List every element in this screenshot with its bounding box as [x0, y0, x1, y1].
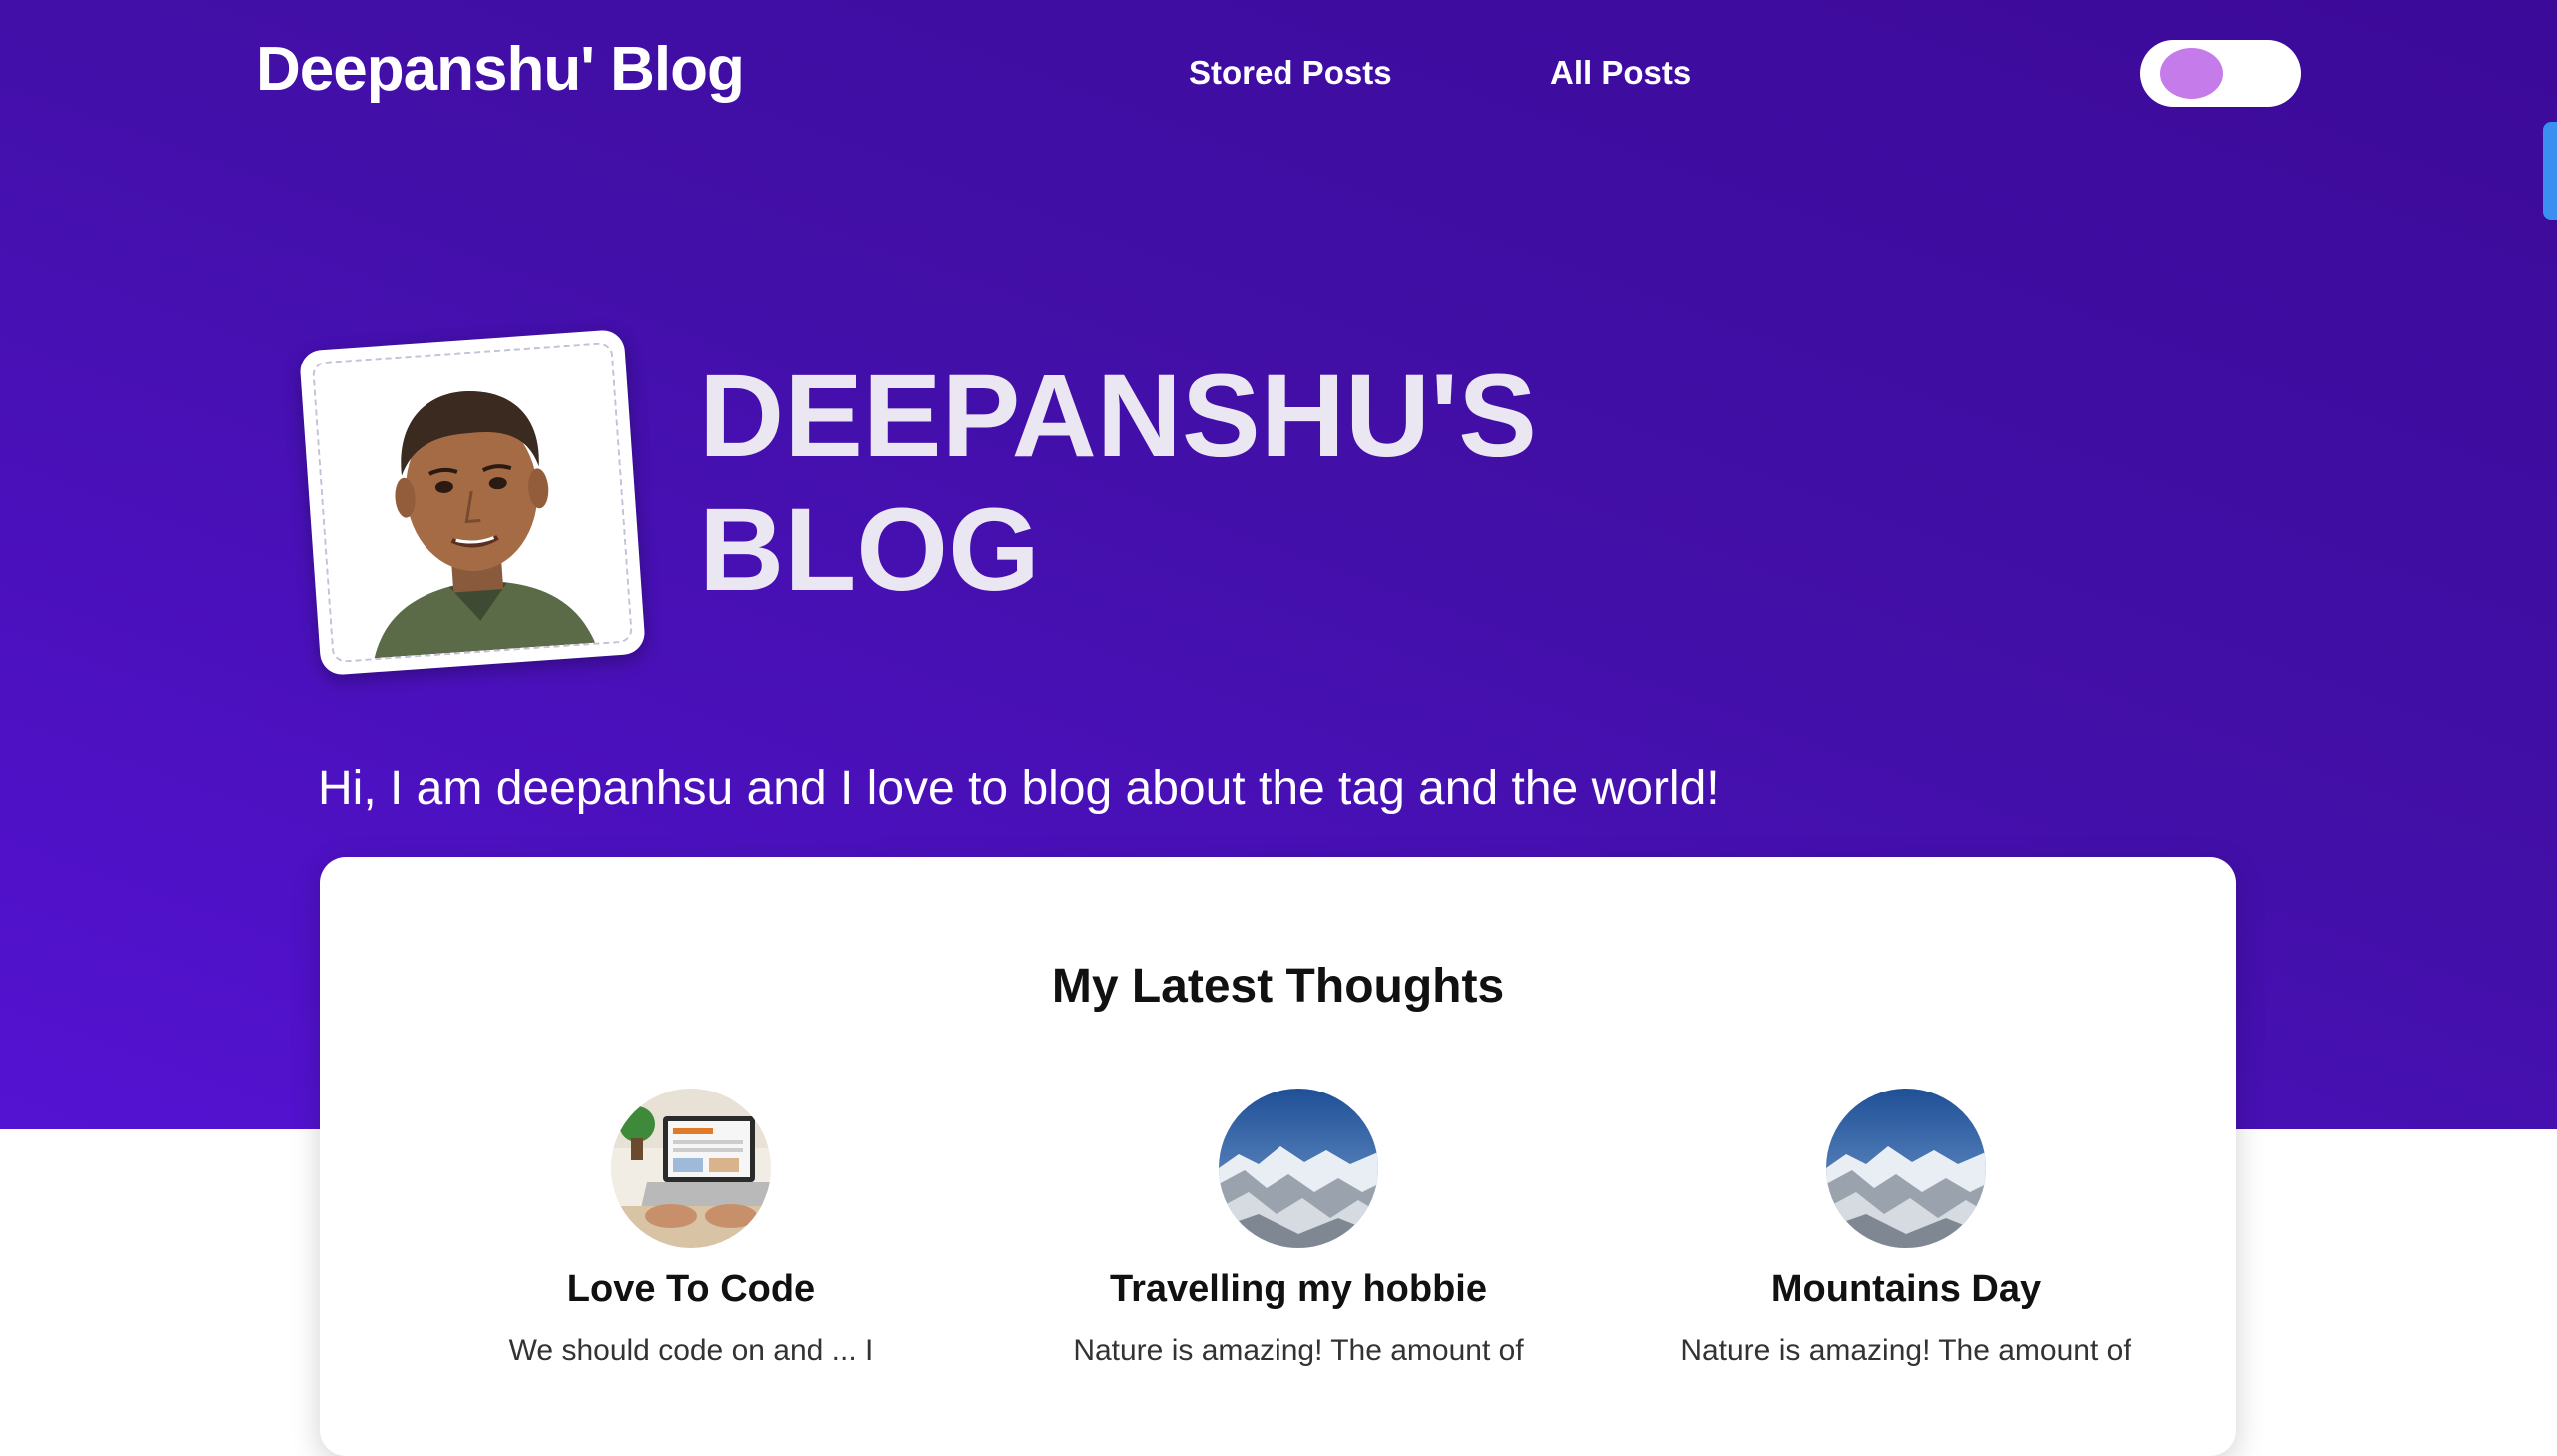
post-excerpt: Nature is amazing! The amount of — [1073, 1334, 1524, 1367]
scrollbar-thumb[interactable] — [2543, 122, 2557, 220]
post-title[interactable]: Mountains Day — [1626, 1268, 2185, 1311]
laptop-image-icon[interactable] — [611, 1089, 771, 1248]
nav-stored-posts[interactable]: Stored Posts — [1189, 54, 1392, 92]
nav-all-posts[interactable]: All Posts — [1550, 54, 1691, 92]
navbar: Deepanshu' Blog Stored Posts All Posts — [0, 0, 2557, 150]
hero-tagline: Hi, I am deepanhsu and I love to blog ab… — [318, 762, 1720, 815]
brand-logo-link[interactable]: Deepanshu' Blog — [256, 34, 745, 105]
latest-posts-card: My Latest Thoughts Love To Code We shoul… — [320, 857, 2236, 1456]
mountains-image-icon[interactable] — [1219, 1089, 1378, 1248]
toggle-knob — [2160, 48, 2223, 99]
post-excerpt: We should code on and ... I — [508, 1334, 874, 1367]
theme-toggle-switch[interactable] — [2140, 40, 2301, 107]
profile-photo-frame — [299, 329, 646, 676]
person-portrait-icon — [313, 343, 632, 662]
hero-title-line-1: DEEPANSHU'S — [699, 351, 1537, 482]
profile-photo — [311, 341, 634, 664]
latest-posts-heading: My Latest Thoughts — [1051, 960, 1505, 1013]
post-title[interactable]: Love To Code — [412, 1268, 971, 1311]
post-title[interactable]: Travelling my hobbie — [1019, 1268, 1578, 1311]
post-excerpt: Nature is amazing! The amount of — [1680, 1334, 2131, 1367]
hero-title: DEEPANSHU'S BLOG — [699, 350, 1598, 617]
mountains-image-icon[interactable] — [1826, 1089, 1986, 1248]
hero-title-line-2: BLOG — [699, 484, 1040, 616]
